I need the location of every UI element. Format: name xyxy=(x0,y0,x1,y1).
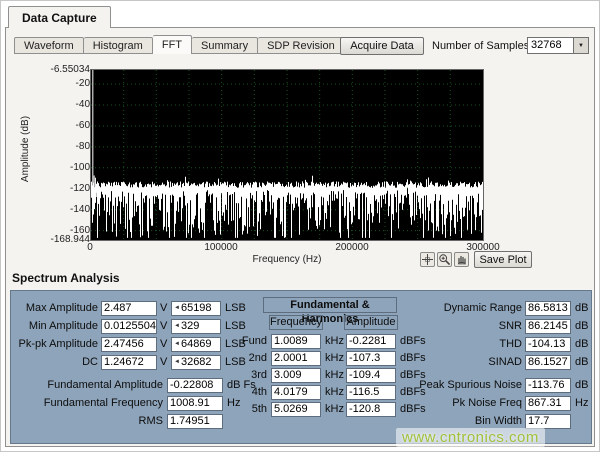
save-plot-button[interactable]: Save Plot xyxy=(474,251,532,268)
spectrum-analysis-heading: Spectrum Analysis xyxy=(12,271,120,285)
unit-label: dB xyxy=(575,338,588,350)
unit-label: Hz xyxy=(575,397,588,409)
y-tick: -20 xyxy=(76,78,90,89)
field-label: SINAD xyxy=(407,356,522,368)
watermark: www.cntronics.com xyxy=(396,428,545,447)
data-capture-page: Waveform Histogram FFT Summary SDP Revis… xyxy=(5,27,595,447)
tab-data-capture[interactable]: Data Capture xyxy=(8,6,111,28)
chevron-down-icon[interactable]: ▼ xyxy=(573,38,588,53)
spectrum-analysis-panel: Max Amplitude 2.487 V ◄65198 LSB Min Amp… xyxy=(10,290,592,444)
sinad-value: 86.1527 xyxy=(525,355,571,370)
tab-sdp-revision[interactable]: SDP Revision xyxy=(258,37,345,54)
pan-icon[interactable] xyxy=(454,252,469,267)
unit-label: dB xyxy=(575,356,588,368)
field-label: Bin Width xyxy=(407,415,522,427)
acquire-data-button[interactable]: Acquire Data xyxy=(340,37,424,55)
fft-plot-svg xyxy=(91,70,483,240)
tab-fft[interactable]: FFT xyxy=(153,35,192,54)
field-label: Pk Noise Freq xyxy=(407,397,522,409)
plot-tools xyxy=(420,252,469,267)
peak-spurious-noise-row: Peak Spurious Noise -113.76 dB xyxy=(11,378,591,394)
tab-summary[interactable]: Summary xyxy=(192,37,258,54)
y-tick: -6.55034 xyxy=(51,64,90,75)
peak-spurious-noise-value: -113.76 xyxy=(525,378,571,393)
pk-noise-freq-value: 867.31 xyxy=(525,396,571,411)
field-label: Peak Spurious Noise xyxy=(407,379,522,391)
number-of-samples-select[interactable]: 32768 ▼ xyxy=(527,37,589,54)
unit-label: dB xyxy=(575,320,588,332)
thd-row: THD -104.13 dB xyxy=(11,337,591,353)
snr-value: 86.2145 xyxy=(525,319,571,334)
sinad-row: SINAD 86.1527 dB xyxy=(11,355,591,371)
fft-plot-canvas[interactable] xyxy=(90,69,484,241)
pk-noise-freq-row: Pk Noise Freq 867.31 Hz xyxy=(11,396,591,412)
y-tick: -140 xyxy=(70,204,90,215)
x-tick: 200000 xyxy=(330,242,374,253)
data-capture-window: Data Capture Waveform Histogram FFT Summ… xyxy=(0,0,600,452)
y-tick: -60 xyxy=(76,120,90,131)
zoom-icon[interactable] xyxy=(437,252,452,267)
x-tick: 0 xyxy=(68,242,112,253)
crosshair-icon[interactable] xyxy=(420,252,435,267)
dynamic-range-value: 86.5813 xyxy=(525,301,571,316)
field-label: THD xyxy=(407,338,522,350)
bin-width-value: 17.7 xyxy=(525,414,571,429)
dynamic-range-row: Dynamic Range 86.5813 dB xyxy=(11,301,591,317)
window-title: Data Capture xyxy=(22,11,97,25)
snr-row: SNR 86.2145 dB xyxy=(11,319,591,335)
y-tick: -40 xyxy=(76,99,90,110)
y-axis-title: Amplitude (dB) xyxy=(20,69,31,229)
y-tick: -120 xyxy=(70,183,90,194)
unit-label: dB xyxy=(575,302,588,314)
unit-label: dB xyxy=(575,379,588,391)
number-of-samples-label: Number of Samples xyxy=(432,40,529,52)
y-axis-ticks: -6.55034 -20 -40 -60 -80 -100 -120 -140 … xyxy=(36,28,90,258)
y-tick: -100 xyxy=(70,162,90,173)
y-tick: -80 xyxy=(76,141,90,152)
field-label: Dynamic Range xyxy=(407,302,522,314)
tab-histogram[interactable]: Histogram xyxy=(84,37,153,54)
x-axis-title: Frequency (Hz) xyxy=(226,254,348,265)
x-tick: 100000 xyxy=(199,242,243,253)
field-label: SNR xyxy=(407,320,522,332)
thd-value: -104.13 xyxy=(525,337,571,352)
number-of-samples-value: 32768 xyxy=(528,38,573,53)
